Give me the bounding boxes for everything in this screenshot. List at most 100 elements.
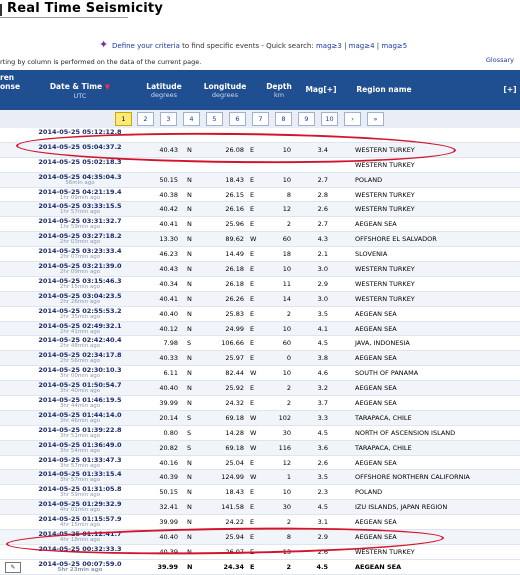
table-row[interactable]: 2014-05-25 04:21:19.4 1hr 09min ago 40.38 N… <box>0 188 520 203</box>
datetime-text[interactable]: 2014-05-25 05:02:18.3 <box>31 158 129 167</box>
table-row[interactable]: 2014-05-25 03:27:18.2 2hr 03min ago 13.30 N… <box>0 232 520 248</box>
table-row[interactable]: 2014-05-25 01:50:54.7 3hr 40min ago 40.40 N… <box>0 381 520 397</box>
datetime-cell[interactable]: 2014-05-25 01:44:14.0 3hr 46min ago <box>31 411 129 424</box>
header-longitude[interactable]: Longitude degrees <box>198 82 252 100</box>
table-row[interactable]: 2014-05-25 03:04:23.5 2hr 26min ago 40.41 N… <box>0 291 520 307</box>
table-row[interactable]: 2014-05-25 01:36:49.0 3hr 54min ago 20.82 S… <box>0 440 520 456</box>
datetime-cell[interactable]: 2014-05-25 03:27:18.2 2hr 03min ago <box>31 232 129 245</box>
datetime-cell[interactable]: 2014-05-25 01:33:47.3 3hr 57min ago <box>31 456 129 469</box>
page-button-2[interactable]: 2 <box>137 112 154 126</box>
datetime-cell[interactable]: 2014-05-25 00:07:59.0 5hr 23min ago <box>31 560 129 573</box>
datetime-cell[interactable]: 2014-05-25 03:23:33.4 2hr 07min ago <box>31 247 129 260</box>
page-button-1[interactable]: 1 <box>115 112 132 126</box>
datetime-text[interactable]: 2014-05-25 05:12:12.8 <box>31 128 129 137</box>
datetime-cell[interactable]: 2014-05-25 02:30:10.3 3hr 00min ago <box>31 366 129 379</box>
pencil-icon[interactable]: ✎ <box>5 561 21 573</box>
table-row[interactable]: 2014-05-25 04:35:04.3 56min ago 50.15 N 18.4… <box>0 172 520 188</box>
datetime-cell[interactable]: 2014-05-25 01:36:49.0 3hr 54min ago <box>31 441 129 454</box>
table-row[interactable]: 2014-05-25 05:12:12.8 <box>0 128 520 143</box>
datetime-cell[interactable]: 2014-05-25 01:31:05.8 3hr 59min ago <box>31 485 129 498</box>
page-button-10[interactable]: 10 <box>321 112 338 126</box>
quick-search-mag3[interactable]: mag≥3 <box>316 42 342 50</box>
table-row[interactable]: 2014-05-25 02:30:10.3 3hr 00min ago 6.11 N 8… <box>0 366 520 382</box>
title-mark <box>0 4 2 16</box>
table-row[interactable]: 2014-05-25 01:33:15.4 3hr 57min ago 40.39 N… <box>0 470 520 486</box>
define-criteria-link[interactable]: Define your criteria <box>112 42 180 50</box>
datetime-cell[interactable]: 2014-05-25 01:33:15.4 3hr 57min ago <box>31 470 129 483</box>
datetime-cell[interactable]: 2014-05-25 02:49:32.1 2hr 41min ago <box>31 322 129 335</box>
quick-search-mag5[interactable]: mag≥5 <box>381 42 407 50</box>
table-row[interactable]: 2014-05-25 05:04:37.2 40.43 N 26.08 E 10 3.4 WE… <box>0 142 520 158</box>
region-cell: AEGEAN SEA <box>355 518 397 527</box>
table-row[interactable]: ✎ 2014-05-25 00:07:59.0 5hr 23min ago 39.99… <box>0 559 520 575</box>
datetime-cell[interactable]: 2014-05-25 05:12:12.8 <box>31 128 129 136</box>
longitude-cell: 26.26 <box>225 294 244 303</box>
datetime-cell[interactable]: 2014-05-25 03:21:39.0 2hr 09min ago <box>31 262 129 275</box>
datetime-cell[interactable]: 2014-05-25 04:35:04.3 56min ago <box>31 173 129 186</box>
datetime-cell[interactable]: 2014-05-25 03:15:46.3 2hr 15min ago <box>31 277 129 290</box>
datetime-cell[interactable]: 2014-05-25 01:50:54.7 3hr 40min ago <box>31 381 129 394</box>
page-button-6[interactable]: 6 <box>229 112 246 126</box>
header-depth[interactable]: Depth km <box>262 82 296 100</box>
page-button-5[interactable]: 5 <box>206 112 223 126</box>
datetime-cell[interactable]: 2014-05-25 01:29:32.9 4hr 01min ago <box>31 500 129 513</box>
region-cell: POLAND <box>355 488 383 497</box>
datetime-cell[interactable]: 2014-05-25 01:15:57.9 4hr 15min ago <box>31 515 129 528</box>
ns-cell: S <box>187 339 192 348</box>
header-mag[interactable]: Mag[+] <box>302 85 340 94</box>
table-row[interactable]: 2014-05-25 01:44:14.0 3hr 46min ago 20.14 S… <box>0 410 520 426</box>
page-button-7[interactable]: 7 <box>252 112 269 126</box>
datetime-cell[interactable]: 2014-05-25 01:46:19.5 3hr 44min ago <box>31 396 129 409</box>
table-row[interactable]: 2014-05-25 00:32:33.3 40.39 N 26.07 E 13 2.6 WE… <box>0 545 520 560</box>
table-row[interactable]: 2014-05-25 01:31:05.8 3hr 59min ago 50.15 N… <box>0 485 520 501</box>
page-button-4[interactable]: 4 <box>183 112 200 126</box>
table-row[interactable]: 2014-05-25 01:39:22.8 3hr 51min ago 0.80 S 1… <box>0 426 520 441</box>
table-row[interactable]: 2014-05-25 02:34:17.8 2hr 56min ago 40.33 N… <box>0 351 520 367</box>
table-row[interactable]: 2014-05-25 03:33:15.5 1hr 57min ago 40.42 N… <box>0 202 520 218</box>
latitude-cell: 20.82 <box>159 443 178 452</box>
header-latitude[interactable]: Latitude degrees <box>140 82 188 100</box>
latitude-cell: 0.80 <box>163 428 178 437</box>
datetime-cell[interactable]: 2014-05-25 05:02:18.3 <box>31 158 129 166</box>
datetime-cell[interactable]: 2014-05-25 00:32:33.3 <box>31 545 129 553</box>
datetime-cell[interactable]: 2014-05-25 03:04:23.5 2hr 26min ago <box>31 292 129 305</box>
ns-cell: N <box>187 547 192 556</box>
table-row[interactable]: 2014-05-25 01:33:47.3 3hr 57min ago 40.16 N… <box>0 456 520 471</box>
table-row[interactable]: 2014-05-25 02:55:53.2 2hr 35min ago 40.40 N… <box>0 307 520 322</box>
table-row[interactable]: 2014-05-25 05:02:18.3 WESTERN TURKEY <box>0 158 520 173</box>
longitude-cell: 26.18 <box>225 279 244 288</box>
datetime-cell[interactable]: 2014-05-25 02:55:53.2 2hr 35min ago <box>31 307 129 320</box>
header-region[interactable]: Region name <box>346 85 422 94</box>
datetime-cell[interactable]: 2014-05-25 05:04:37.2 <box>31 143 129 151</box>
header-expand-button[interactable]: [+] <box>502 85 518 94</box>
datetime-text[interactable]: 2014-05-25 05:04:37.2 <box>31 143 129 152</box>
table-row[interactable]: 2014-05-25 01:46:19.5 3hr 44min ago 39.99 N… <box>0 396 520 411</box>
datetime-cell[interactable]: 2014-05-25 03:31:32.7 1hr 59min ago <box>31 217 129 230</box>
header-datetime[interactable]: Date & Time ▼ UTC <box>40 82 120 101</box>
table-row[interactable]: 2014-05-25 01:15:57.9 4hr 15min ago 39.99 N… <box>0 515 520 531</box>
glossary-link[interactable]: Glossary <box>486 56 514 64</box>
table-header: ren onse Date & Time ▼ UTC Latitude degr… <box>0 70 520 110</box>
datetime-cell[interactable]: 2014-05-25 02:42:40.4 2hr 48min ago <box>31 336 129 349</box>
page-button-9[interactable]: 9 <box>298 112 315 126</box>
table-row[interactable]: 2014-05-25 03:21:39.0 2hr 09min ago 40.43 N… <box>0 262 520 277</box>
datetime-cell[interactable]: 2014-05-25 04:21:19.4 1hr 09min ago <box>31 188 129 201</box>
header-response[interactable]: ren onse <box>0 73 24 91</box>
table-row[interactable]: 2014-05-25 01:12:41.7 4hr 18min ago 40.40 N… <box>0 530 520 545</box>
datetime-cell[interactable]: 2014-05-25 02:34:17.8 2hr 56min ago <box>31 351 129 364</box>
datetime-cell[interactable]: 2014-05-25 03:33:15.5 1hr 57min ago <box>31 202 129 215</box>
table-row[interactable]: 2014-05-25 02:49:32.1 2hr 41min ago 40.12 N… <box>0 321 520 337</box>
quick-search-mag4[interactable]: mag≥4 <box>349 42 375 50</box>
page-next-button[interactable]: › <box>344 112 361 126</box>
page-last-button[interactable]: » <box>367 112 384 126</box>
table-row[interactable]: 2014-05-25 01:29:32.9 4hr 01min ago 32.41 N… <box>0 500 520 516</box>
datetime-cell[interactable]: 2014-05-25 01:39:22.8 3hr 51min ago <box>31 426 129 439</box>
table-row[interactable]: 2014-05-25 02:42:40.4 2hr 48min ago 7.98 S 1… <box>0 336 520 352</box>
table-row[interactable]: 2014-05-25 03:15:46.3 2hr 15min ago 40.34 N… <box>0 277 520 292</box>
page-button-8[interactable]: 8 <box>275 112 292 126</box>
datetime-cell[interactable]: 2014-05-25 01:12:41.7 4hr 18min ago <box>31 530 129 543</box>
table-row[interactable]: 2014-05-25 03:31:32.7 1hr 59min ago 40.41 N… <box>0 217 520 233</box>
page-button-3[interactable]: 3 <box>160 112 177 126</box>
table-row[interactable]: 2014-05-25 03:23:33.4 2hr 07min ago 46.23 N… <box>0 247 520 263</box>
datetime-text[interactable]: 2014-05-25 00:32:33.3 <box>31 545 129 554</box>
